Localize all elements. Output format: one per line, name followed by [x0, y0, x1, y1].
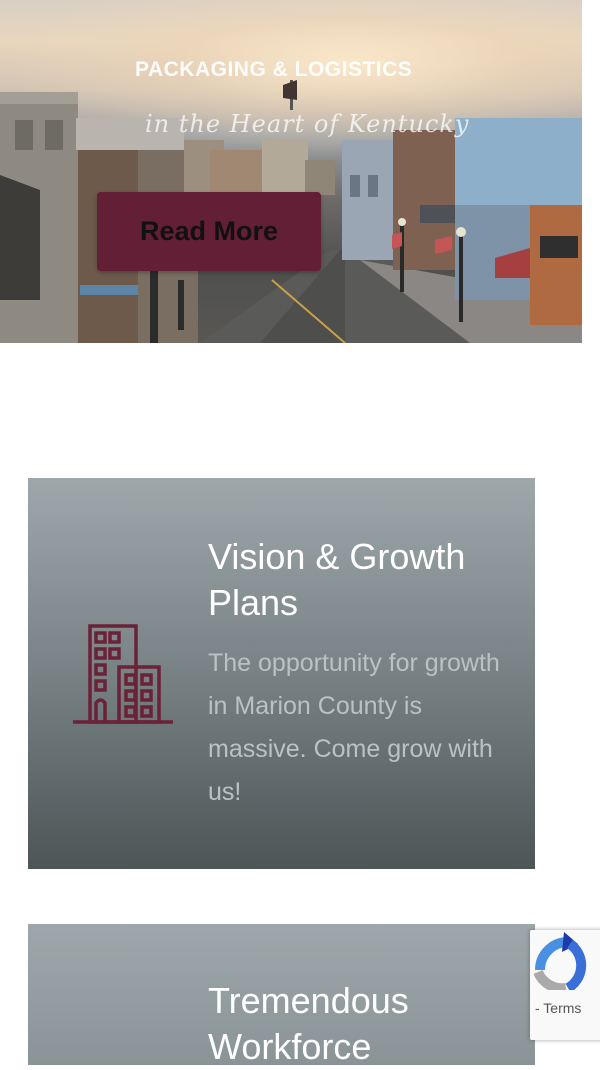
- read-more-button[interactable]: Read More: [97, 192, 321, 271]
- card-title: Vision & Growth Plans: [208, 536, 466, 623]
- building-icon: [73, 624, 173, 724]
- recaptcha-icon: [533, 932, 587, 990]
- card-description: The opportunity for growth in Marion Cou…: [208, 649, 500, 806]
- hero-street-photo: [0, 80, 582, 343]
- hero-banner: PACKAGING & LOGISTICS in the Heart of Ke…: [0, 0, 582, 343]
- feature-card-workforce: Tremendous Workforce: [28, 924, 535, 1067]
- feature-card-vision: Vision & Growth Plans The opportunity fo…: [28, 478, 535, 869]
- recaptcha-terms-link[interactable]: - Terms: [535, 1000, 581, 1016]
- card-title: Tremendous Workforce: [208, 980, 409, 1067]
- hero-tagline: PACKAGING & LOGISTICS: [135, 58, 413, 81]
- recaptcha-badge[interactable]: - Terms: [530, 930, 600, 1040]
- hero-script-subtitle: in the Heart of Kentucky: [145, 110, 470, 138]
